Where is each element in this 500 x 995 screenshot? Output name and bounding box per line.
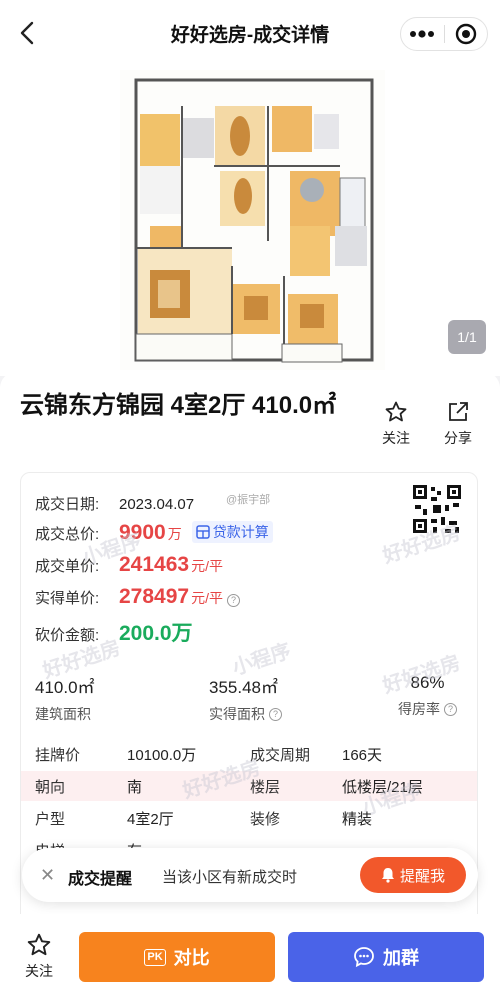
cut-amount-row: 砍价金额: 200.0万 [35,617,193,647]
stat-efficiency: 86% 得房率? [398,673,457,719]
detail-value: 10100.0万 [127,746,197,764]
pk-icon: PK [144,948,166,966]
detail-label: 朝向 [35,778,66,796]
loan-calc-button[interactable]: 贷款计算 [191,521,273,543]
detail-value: 精装 [342,810,373,828]
detail-value: 166天 [342,746,383,764]
close-miniprogram-icon[interactable] [445,18,488,50]
image-counter: 1/1 [448,320,486,354]
deal-date-value: 2023.04.07 [119,496,195,513]
stat-building-area: 410.0㎡ 建筑面积 [35,673,95,724]
stat-num: 86% [410,673,445,692]
mini-program-capsule [400,17,488,51]
join-group-label: 加群 [383,948,419,968]
stat-num: 410.0㎡ [35,678,95,697]
unit-price-value: 241463 [119,553,190,576]
follow-label: 关注 [382,430,410,446]
compare-button[interactable]: PK 对比 [79,932,275,982]
chat-icon [354,947,374,968]
detail-label: 户型 [35,810,66,828]
close-icon[interactable]: ✕ [40,865,55,886]
stat-num: 355.48㎡ [209,678,278,697]
share-icon [449,402,468,421]
share-label: 分享 [444,430,472,446]
unit-price-label: 成交单价: [35,558,100,575]
detail-label: 挂牌价 [35,746,81,764]
detail-label: 楼层 [250,778,281,796]
remind-me-label: 提醒我 [399,867,445,885]
cut-amount-value: 200.0万 [119,622,193,645]
back-icon[interactable] [14,20,40,46]
deal-date-label: 成交日期: [35,496,100,513]
compare-label: 对比 [173,948,210,968]
floorplan-drawing [120,70,385,370]
toast-description: 当该小区有新成交时 [162,869,298,886]
actual-price-label: 实得单价: [35,590,100,607]
actual-price-row: 实得单价: 278497 元/平 ? [35,585,240,609]
star-icon [27,933,51,956]
follow-action[interactable]: 关注 [374,400,418,448]
calculator-icon [195,525,210,539]
loan-calc-label: 贷款计算 [212,524,269,540]
share-action[interactable]: 分享 [436,400,480,448]
deal-total-value: 9900 [119,521,166,544]
actual-price-value: 278497 [119,585,190,608]
nav-bar: 好好选房-成交详情 [0,0,500,66]
bottom-action-bar: 关注 PK 对比 加群 [0,914,500,995]
join-group-button[interactable]: 加群 [288,932,484,982]
deal-reminder-toast: ✕ 成交提醒 当该小区有新成交时 提醒我 [22,848,478,902]
weibo-watermark: @振宇部 [226,494,271,506]
toast-title: 成交提醒 [68,871,133,888]
house-title: 云锦东方锦园 4室2厅 410.0㎡ [20,392,337,419]
info-icon[interactable]: ? [444,702,457,716]
more-icon[interactable] [401,18,444,50]
unit-price-row: 成交单价: 241463 元/平 [35,553,223,577]
detail-value: 低楼层/21层 [342,778,423,796]
star-icon [385,401,407,422]
deal-total-label: 成交总价: [35,526,100,543]
detail-row: 挂牌价 10100.0万 成交周期 166天 [21,739,477,769]
info-icon[interactable]: ? [269,707,282,721]
deal-total-unit: 万 [167,526,182,542]
deal-date-row: 成交日期: 2023.04.07 [35,493,194,514]
detail-label: 成交周期 [250,746,311,764]
stat-label: 得房率 [398,701,440,717]
detail-value: 4室2厅 [127,810,174,828]
page-title: 好好选房-成交详情 [170,24,330,46]
deal-total-row: 成交总价: 9900 万 贷款计算 [35,521,273,545]
info-icon[interactable]: ? [226,594,240,607]
bell-icon [381,868,394,883]
cut-amount-label: 砍价金额: [35,627,100,644]
stat-label: 实得面积 [209,706,265,722]
remind-me-button[interactable]: 提醒我 [360,857,466,893]
stat-actual-area: 355.48㎡ 实得面积? [209,673,282,724]
bottom-follow-label: 关注 [25,963,53,979]
stat-label: 建筑面积 [35,706,91,722]
detail-row: 朝向 南 楼层 低楼层/21层 [21,771,477,801]
area-stats: 410.0㎡ 建筑面积 355.48㎡ 实得面积? 86% 得房率? [21,673,477,731]
detail-row: 户型 4室2厅 装修 精装 [21,803,477,833]
detail-value: 南 [127,778,143,796]
bottom-follow-button[interactable]: 关注 [16,932,62,981]
unit-price-unit: 元/平 [191,558,223,574]
qr-code-icon[interactable] [411,483,463,535]
actual-price-unit: 元/平 [191,590,223,606]
detail-label: 装修 [250,810,281,828]
floorplan-image[interactable]: 1/1 [0,66,500,376]
